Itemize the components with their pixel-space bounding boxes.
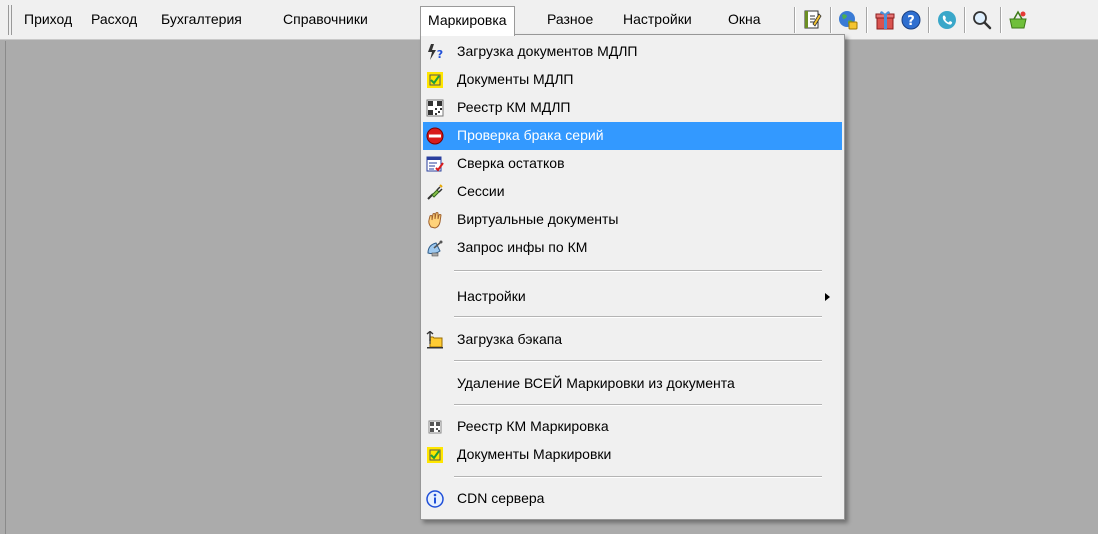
hand-icon	[426, 211, 444, 229]
menu-item-sverka-ostatkov[interactable]: Сверка остатков	[423, 150, 842, 178]
menu-item-cdn-servera[interactable]: CDN сервера	[423, 485, 842, 513]
menu-item-label: Сессии	[457, 183, 505, 199]
menu-item-label: Загрузка документов МДЛП	[457, 43, 638, 59]
menu-separator	[454, 476, 822, 478]
menu-item-label: CDN сервера	[457, 490, 545, 506]
help-icon[interactable]: ?	[899, 8, 923, 32]
menu-separator	[454, 360, 822, 362]
menu-item-zagruzka-bekapa[interactable]: Загрузка бэкапа	[423, 326, 842, 354]
menu-spravochniki[interactable]: Справочники	[276, 6, 375, 34]
qr-code-small-icon	[426, 418, 444, 436]
menu-item-reestr-km-mdlp[interactable]: Реестр КМ МДЛП	[423, 94, 842, 122]
menu-item-zagruzka-dokumentov-mdlp[interactable]: ? Загрузка документов МДЛП	[423, 38, 842, 66]
phone-icon[interactable]	[935, 8, 959, 32]
menu-item-sessii[interactable]: Сессии	[423, 178, 842, 206]
menu-raznoe[interactable]: Разное	[540, 6, 600, 34]
checkbox-yellow-icon	[426, 71, 444, 89]
connector-plug-icon	[426, 183, 444, 201]
qr-code-icon	[426, 99, 444, 117]
menu-item-dokumenty-mdlp[interactable]: Документы МДЛП	[423, 66, 842, 94]
toolbar-separator	[830, 7, 832, 33]
menu-item-nastroyki-submenu[interactable]: Настройки	[423, 283, 842, 311]
menu-markirovka[interactable]: Маркировка	[420, 6, 515, 36]
menu-buhgalteriya[interactable]: Бухгалтерия	[154, 6, 249, 34]
toolbar-separator	[866, 7, 868, 33]
menu-nastroyki[interactable]: Настройки	[616, 6, 699, 34]
form-check-icon	[426, 155, 444, 173]
menu-item-zapros-infy-po-km[interactable]: Запрос инфы по КМ	[423, 234, 842, 262]
toolbar-separator	[964, 7, 966, 33]
menu-item-label: Реестр КМ МДЛП	[457, 99, 571, 115]
no-entry-icon	[426, 127, 444, 145]
menu-item-label: Документы Маркировки	[457, 446, 612, 462]
menu-item-proverka-braka-seriy[interactable]: Проверка брака серий	[423, 122, 842, 150]
magnifier-icon[interactable]	[970, 8, 994, 32]
menu-separator	[454, 316, 822, 318]
menu-okna[interactable]: Окна	[721, 6, 768, 34]
info-icon	[426, 490, 444, 508]
svg-text:?: ?	[437, 48, 443, 61]
folder-upload-icon	[426, 331, 444, 349]
notebook-icon[interactable]	[800, 8, 824, 32]
menu-separator	[454, 404, 822, 406]
menu-separator	[454, 270, 822, 272]
toolbar-separator	[928, 7, 930, 33]
menu-item-label: Реестр КМ Маркировка	[457, 418, 609, 434]
basket-icon[interactable]	[1006, 8, 1030, 32]
toolbar-separator	[1000, 7, 1002, 33]
workspace-border	[5, 41, 6, 534]
menu-item-label: Запрос инфы по КМ	[457, 239, 588, 255]
menu-item-label: Загрузка бэкапа	[457, 331, 563, 347]
menu-item-label: Настройки	[457, 288, 526, 304]
satellite-dish-icon	[426, 239, 444, 257]
lightning-question-icon: ?	[426, 43, 444, 61]
globe-icon[interactable]	[836, 8, 860, 32]
checkbox-yellow-icon	[426, 446, 444, 464]
menu-item-udalenie-vsey-markirovki[interactable]: Удаление ВСЕЙ Маркировки из документа	[423, 370, 842, 398]
menu-prihod[interactable]: Приход	[17, 6, 79, 34]
menu-rashod[interactable]: Расход	[84, 6, 144, 34]
gift-box-icon[interactable]	[873, 8, 897, 32]
menu-item-label: Удаление ВСЕЙ Маркировки из документа	[457, 375, 735, 391]
menu-item-label: Сверка остатков	[457, 155, 565, 171]
toolbar-separator	[794, 7, 796, 33]
menu-item-reestr-km-markirovka[interactable]: Реестр КМ Маркировка	[423, 413, 842, 441]
menu-item-dokumenty-markirovki[interactable]: Документы Маркировки	[423, 441, 842, 469]
svg-text:?: ?	[907, 14, 915, 29]
menu-item-label: Виртуальные документы	[457, 211, 619, 227]
toolbar-grip[interactable]	[8, 5, 12, 35]
menu-item-label: Проверка брака серий	[457, 127, 604, 143]
markirovka-dropdown: ? Загрузка документов МДЛП Документы МДЛ…	[420, 34, 845, 520]
menu-item-label: Документы МДЛП	[457, 71, 574, 87]
menu-item-virtualnye-dokumenty[interactable]: Виртуальные документы	[423, 206, 842, 234]
submenu-arrow-icon	[825, 293, 830, 301]
